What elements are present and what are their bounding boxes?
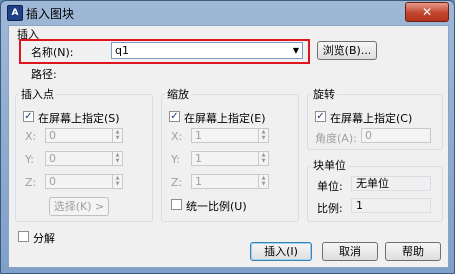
angle-field[interactable]: 0 [361, 128, 431, 143]
explode-checkbox[interactable] [18, 231, 29, 242]
insert-block-dialog: A 插入图块 ✕ 插入 名称(N): q1 ▼ 浏览(B)... 路径: 插入点… [0, 0, 455, 274]
uniform-scale-label: 统一比例(U) [186, 200, 247, 213]
angle-value: 0 [365, 129, 372, 142]
insertion-y-label: Y: [25, 153, 34, 166]
uniform-scale-checkbox[interactable] [171, 199, 182, 210]
scale-z-field[interactable]: 1 ▲ ▼ [191, 174, 269, 189]
insertion-point-title: 插入点 [19, 88, 56, 101]
spinner-icon[interactable]: ▲ ▼ [112, 152, 122, 165]
factor-value: 1 [351, 198, 431, 213]
insertion-x-label: X: [25, 130, 37, 143]
insertion-z-label: Z: [25, 176, 37, 189]
rotation-specify-label: 在屏幕上指定(C) [330, 112, 413, 125]
scale-x-field[interactable]: 1 ▲ ▼ [191, 128, 269, 143]
unit-value: 无单位 [351, 176, 431, 191]
scale-title: 缩放 [165, 88, 191, 101]
spinner-icon[interactable]: ▲ ▼ [258, 175, 268, 188]
explode-label: 分解 [33, 232, 55, 245]
name-combobox[interactable]: q1 ▼ [111, 42, 303, 59]
insert-button[interactable]: 插入(I) [250, 242, 312, 261]
dialog-body: 插入 名称(N): q1 ▼ 浏览(B)... 路径: 插入点 ✓ 在屏幕上指定… [8, 25, 449, 268]
insertion-x-field[interactable]: 0 ▲ ▼ [45, 128, 123, 143]
window-title: 插入图块 [26, 7, 75, 21]
scale-y-value: 1 [195, 152, 202, 165]
name-combobox-value: q1 [115, 44, 129, 57]
insertion-specify-label: 在屏幕上指定(S) [38, 112, 120, 125]
cancel-button[interactable]: 取消 [322, 242, 378, 261]
chevron-down-icon[interactable]: ▼ [293, 43, 299, 58]
rotation-title: 旋转 [311, 88, 337, 101]
scale-x-label: X: [171, 130, 183, 143]
help-button[interactable]: 帮助 [385, 242, 441, 261]
path-label: 路径: [31, 68, 57, 81]
scale-specify-label: 在屏幕上指定(E) [184, 112, 266, 125]
scale-z-label: Z: [171, 176, 183, 189]
spinner-icon[interactable]: ▲ ▼ [258, 129, 268, 142]
name-label: 名称(N): [31, 46, 74, 59]
insertion-y-field[interactable]: 0 ▲ ▼ [45, 151, 123, 166]
scale-x-value: 1 [195, 129, 202, 142]
insertion-z-field[interactable]: 0 ▲ ▼ [45, 174, 123, 189]
title-bar: A 插入图块 ✕ [1, 1, 454, 23]
spinner-icon[interactable]: ▲ ▼ [258, 152, 268, 165]
pick-point-button[interactable]: 选择(K) > [49, 197, 109, 216]
insertion-x-value: 0 [49, 129, 56, 142]
factor-label: 比例: [317, 202, 343, 215]
insertion-z-value: 0 [49, 175, 56, 188]
close-button[interactable]: ✕ [405, 2, 449, 22]
angle-label: 角度(A): [315, 132, 357, 145]
scale-y-field[interactable]: 1 ▲ ▼ [191, 151, 269, 166]
scale-z-value: 1 [195, 175, 202, 188]
browse-button[interactable]: 浏览(B)... [317, 41, 377, 60]
spinner-icon[interactable]: ▲ ▼ [112, 175, 122, 188]
insertion-y-value: 0 [49, 152, 56, 165]
scale-specify-checkbox[interactable]: ✓ [169, 111, 180, 122]
insertion-specify-checkbox[interactable]: ✓ [23, 111, 34, 122]
scale-y-label: Y: [171, 153, 180, 166]
spinner-icon[interactable]: ▲ ▼ [112, 129, 122, 142]
block-unit-title: 块单位 [311, 159, 348, 172]
app-icon: A [7, 5, 23, 21]
rotation-specify-checkbox[interactable]: ✓ [315, 111, 326, 122]
unit-label: 单位: [317, 180, 343, 193]
